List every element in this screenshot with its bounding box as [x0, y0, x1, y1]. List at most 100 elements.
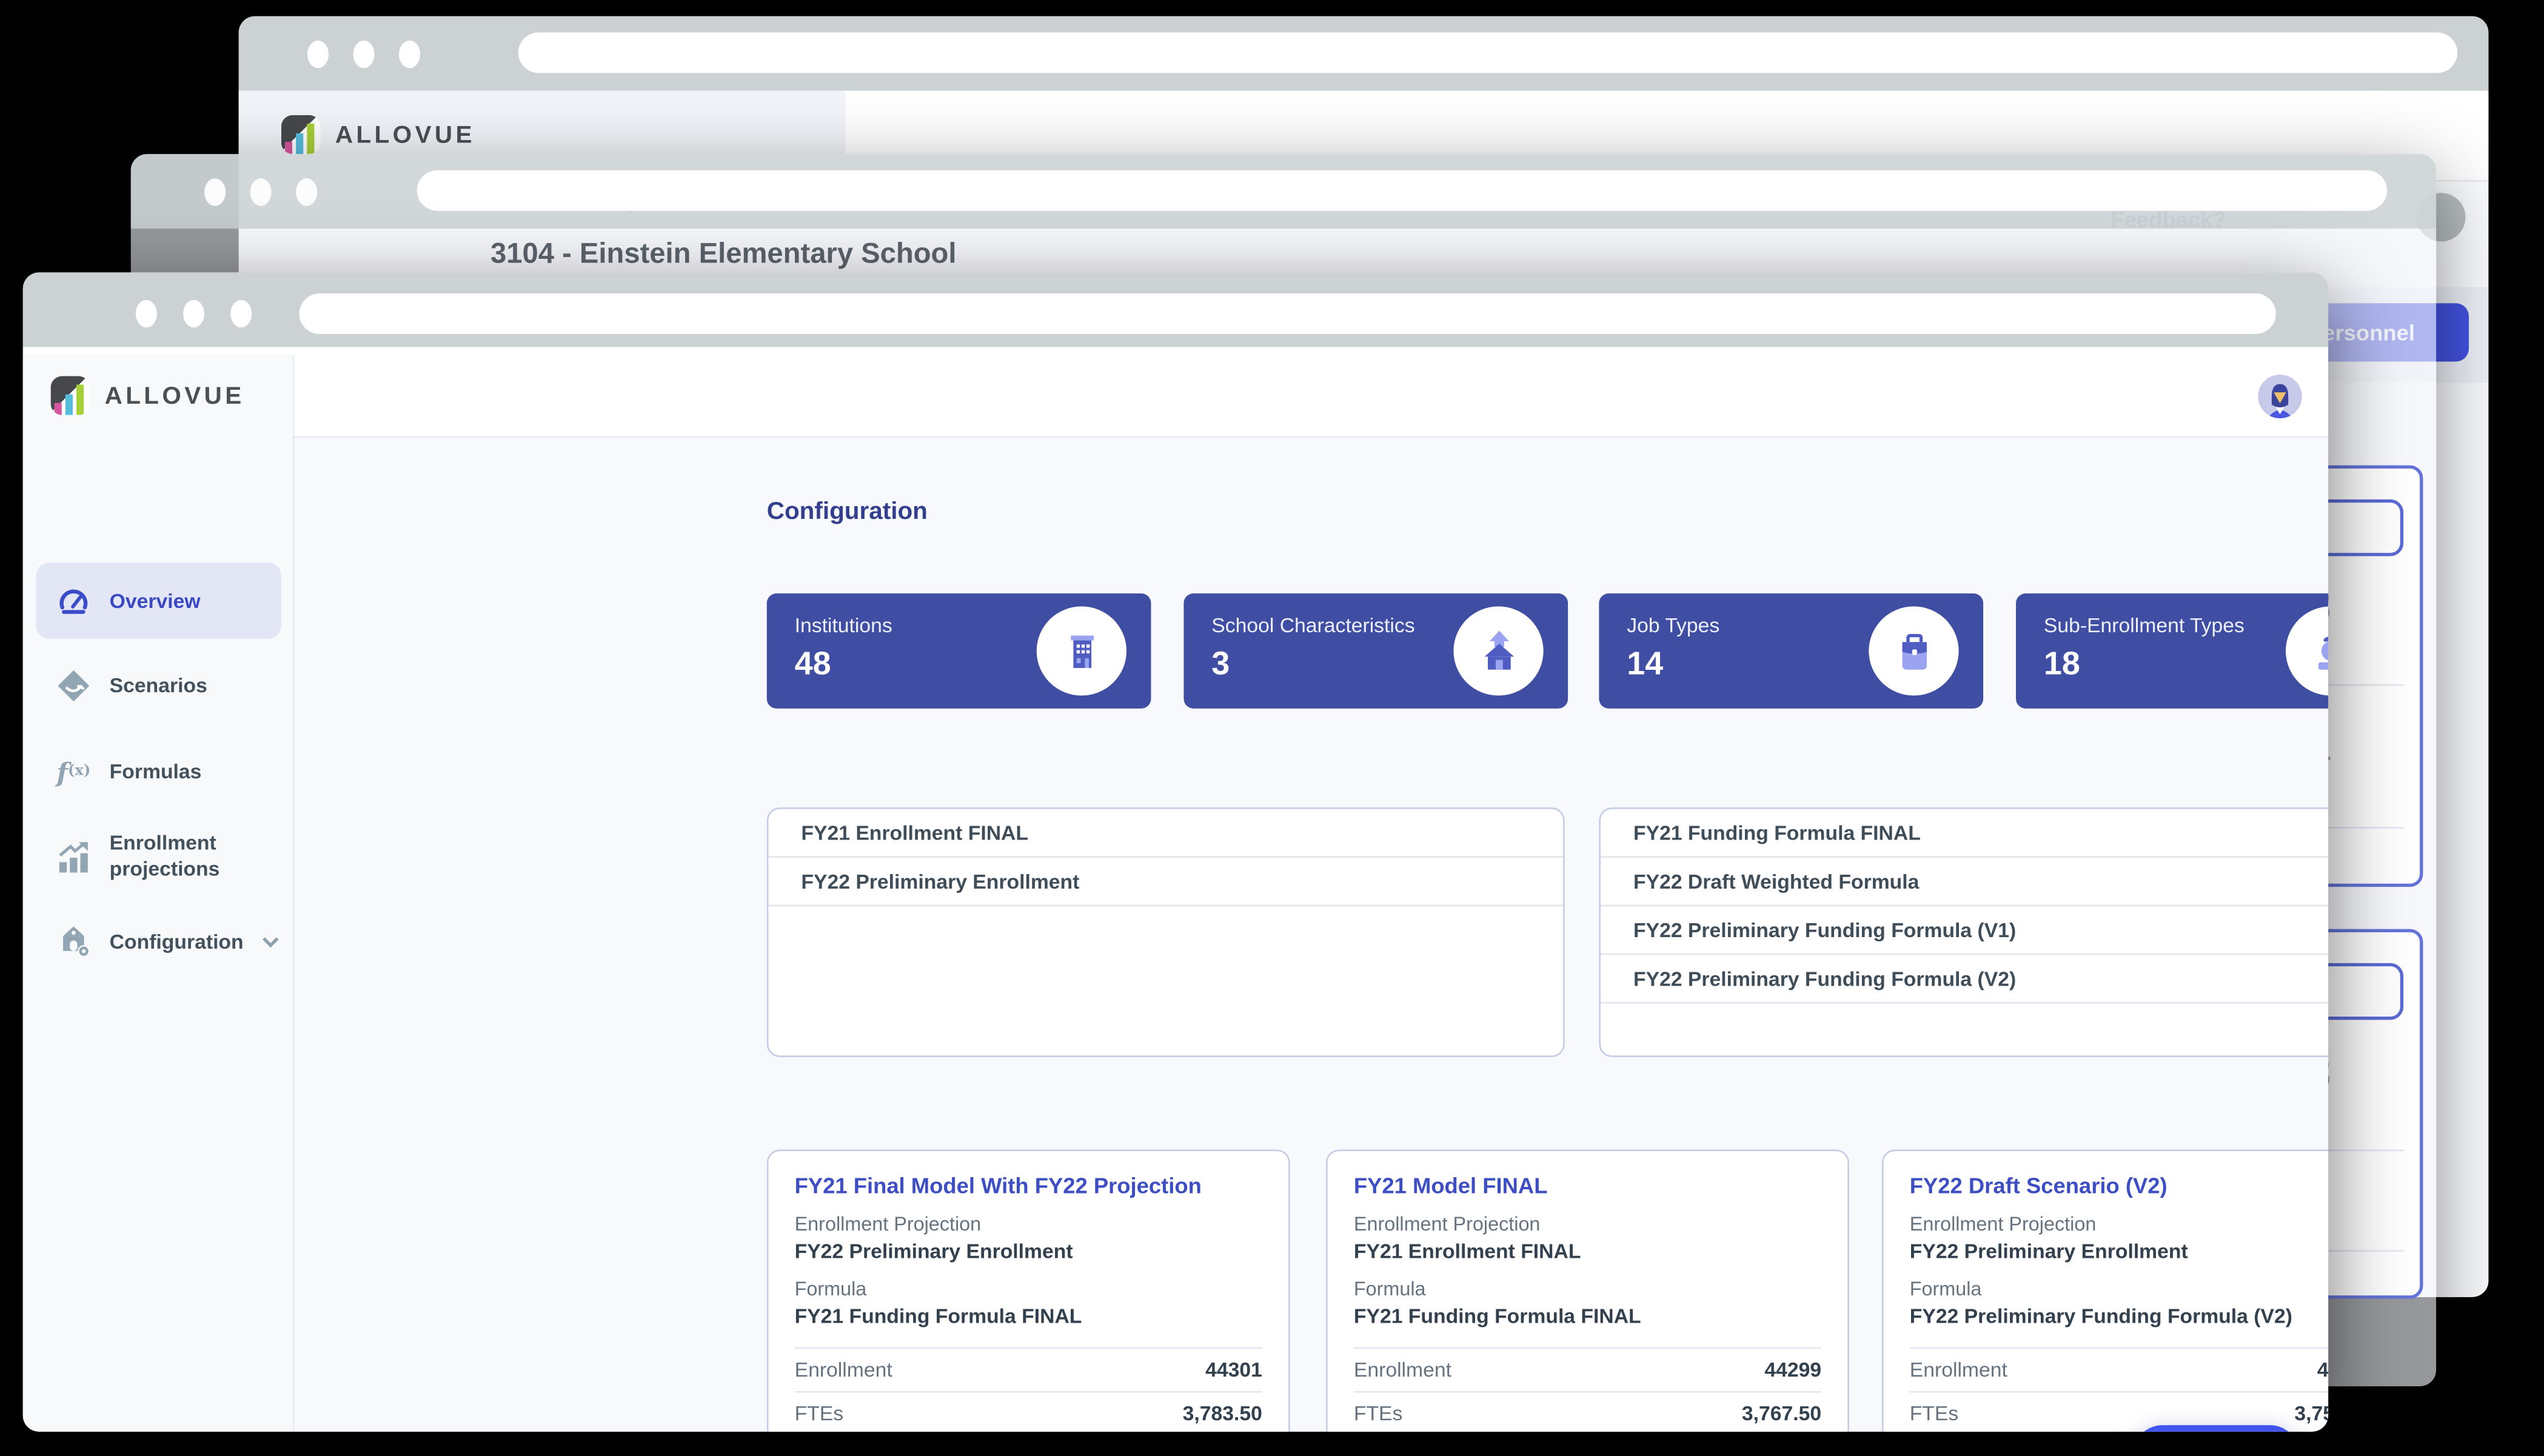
stat-label: Enrollment	[1910, 1358, 2007, 1381]
brand-wordmark: ALLOVUE	[335, 121, 475, 148]
overview-main: Configuration Institutions 48	[294, 438, 2328, 1432]
bar-chart-trend-icon	[56, 840, 92, 876]
scenario-card[interactable]: FY21 Model FINAL Enrollment Projection F…	[1326, 1149, 1849, 1431]
stat-row: FTEs 3,783.50	[795, 1393, 1262, 1432]
scenario-card[interactable]: FY21 Final Model With FY22 Projection En…	[767, 1149, 1290, 1431]
stat-row: Enrollment 44301	[795, 1349, 1262, 1392]
stage: ALLOVUE Feedback? Home Central Elementar…	[0, 0, 2544, 1456]
address-bar[interactable]	[299, 293, 2275, 334]
list-item[interactable]: FY21 Funding Formula FINAL	[1601, 809, 2328, 858]
formula-label: Formula	[1354, 1278, 1821, 1300]
scenario-card[interactable]: FY22 Draft Scenario (V2) Enrollment Proj…	[1882, 1149, 2328, 1431]
brand-wordmark: ALLOVUE	[105, 382, 245, 409]
chevron-down-icon	[263, 932, 279, 947]
sidebar-item-label: Configuration	[110, 930, 244, 953]
stat-card-label: Sub-Enrollment Types	[2044, 615, 2244, 637]
stat-card-school-characteristics[interactable]: School Characteristics 3	[1183, 593, 1568, 709]
middle-window-titlebar	[131, 154, 2436, 229]
sidebar-item-label: Overview	[110, 589, 201, 612]
stat-card-value: 18	[2044, 647, 2080, 684]
stat-value: 3,783.50	[1183, 1403, 1262, 1425]
stat-card-sub-enrollment-types[interactable]: Sub-Enrollment Types 18	[2016, 593, 2328, 709]
user-avatar[interactable]	[2258, 375, 2302, 418]
scenario-title: FY22 Draft Scenario (V2)	[1910, 1174, 2328, 1198]
traffic-light-minimize-icon[interactable]	[183, 300, 204, 327]
briefcase-icon	[1869, 606, 1958, 695]
live-help-button[interactable]: Live Help	[2134, 1425, 2298, 1432]
stat-card-institutions[interactable]: Institutions 48	[767, 593, 1151, 709]
school-gear-icon	[56, 924, 92, 960]
traffic-light-minimize-icon[interactable]	[353, 41, 374, 68]
stat-card-value: 14	[1627, 647, 1663, 684]
enrollment-projection-label: Enrollment Projection	[1910, 1213, 2328, 1235]
allovue-logo-mark-icon	[281, 115, 321, 154]
traffic-light-close-icon[interactable]	[204, 178, 226, 205]
sidebar-item-overview[interactable]: Overview	[36, 563, 281, 639]
school-page-title: 3104 - Einstein Elementary School	[490, 237, 956, 271]
formula-label: Formula	[795, 1278, 1262, 1300]
sidebar-item-label: Formulas	[110, 760, 202, 783]
formula-label: Formula	[1910, 1278, 2328, 1300]
stat-row: FTEs 3,767.50	[1354, 1393, 1821, 1432]
stat-value: 44301	[2317, 1358, 2328, 1381]
building-icon	[1037, 606, 1126, 695]
traffic-light-zoom-icon[interactable]	[399, 41, 420, 68]
scenario-title: FY21 Model FINAL	[1354, 1174, 1821, 1198]
stat-label: FTEs	[1910, 1403, 1959, 1425]
enrollment-projection-value: FY22 Preliminary Enrollment	[795, 1240, 1262, 1263]
stat-card-job-types[interactable]: Job Types 14	[1599, 593, 1983, 709]
address-bar[interactable]	[518, 32, 2457, 73]
stat-card-label: School Characteristics	[1211, 615, 1414, 637]
configuration-heading: Configuration	[767, 498, 928, 525]
sidebar-item-formulas[interactable]: f(x) Formulas	[36, 743, 281, 801]
enrollment-projection-value: FY22 Preliminary Enrollment	[1910, 1240, 2328, 1263]
formulas-list: FY21 Funding Formula FINAL FY22 Draft We…	[1599, 807, 2328, 1057]
stat-card-value: 3	[1211, 647, 1230, 684]
stat-row: Enrollment 44299	[1354, 1349, 1821, 1392]
stat-label: FTEs	[1354, 1403, 1403, 1425]
traffic-light-minimize-icon[interactable]	[250, 178, 272, 205]
formula-value: FY22 Preliminary Funding Formula (V2)	[1910, 1305, 2328, 1327]
stat-value: 3,754.50	[2294, 1403, 2328, 1425]
stat-card-value: 48	[795, 647, 831, 684]
stat-card-label: Institutions	[795, 615, 892, 637]
allovue-logo: ALLOVUE	[51, 376, 245, 415]
traffic-light-close-icon[interactable]	[307, 41, 329, 68]
stat-value: 44301	[1205, 1358, 1262, 1381]
stat-value: 3,767.50	[1742, 1403, 1821, 1425]
stat-value: 44299	[1764, 1358, 1821, 1381]
scenarios-diamond-icon	[56, 668, 92, 704]
page-header	[294, 355, 2328, 438]
formula-value: FY21 Funding Formula FINAL	[795, 1305, 1262, 1327]
enrollment-projection-value: FY21 Enrollment FINAL	[1354, 1240, 1821, 1263]
sidebar-item-scenarios[interactable]: Scenarios	[36, 656, 281, 715]
front-window: ALLOVUE Overview	[23, 272, 2328, 1431]
traffic-light-zoom-icon[interactable]	[296, 178, 317, 205]
front-window-titlebar	[23, 272, 2328, 347]
list-item[interactable]: FY22 Preliminary Funding Formula (V2)	[1601, 955, 2328, 1003]
traffic-light-close-icon[interactable]	[136, 300, 157, 327]
sidebar-item-enrollment-projections[interactable]: Enrollment projections	[36, 815, 281, 900]
traffic-light-zoom-icon[interactable]	[230, 300, 252, 327]
formula-fx-icon: f(x)	[56, 754, 92, 790]
allovue-logo-mark-icon	[51, 376, 90, 415]
sidebar-item-label: Scenarios	[110, 675, 207, 697]
gauge-icon	[56, 583, 92, 619]
sidebar: ALLOVUE Overview	[23, 355, 295, 1432]
formula-value: FY21 Funding Formula FINAL	[1354, 1305, 1821, 1327]
stat-row: Enrollment 44301	[1910, 1349, 2328, 1392]
list-item[interactable]: FY21 Enrollment FINAL	[768, 809, 1563, 858]
list-item[interactable]: FY22 Preliminary Enrollment	[768, 858, 1563, 906]
schoolhouse-icon	[1453, 606, 1543, 695]
back-window-titlebar	[239, 16, 2489, 91]
sidebar-item-label: Enrollment projections	[110, 832, 260, 883]
scenario-title: FY21 Final Model With FY22 Projection	[795, 1174, 1262, 1198]
stat-label: Enrollment	[795, 1358, 892, 1381]
enrollment-projection-label: Enrollment Projection	[795, 1213, 1262, 1235]
list-item[interactable]: FY22 Preliminary Funding Formula (V1)	[1601, 906, 2328, 955]
allovue-logo: ALLOVUE	[281, 115, 475, 154]
stat-label: FTEs	[795, 1403, 844, 1425]
list-item[interactable]: FY22 Draft Weighted Formula	[1601, 858, 2328, 906]
address-bar[interactable]	[417, 170, 2388, 211]
sidebar-item-configuration[interactable]: Configuration	[36, 913, 281, 971]
